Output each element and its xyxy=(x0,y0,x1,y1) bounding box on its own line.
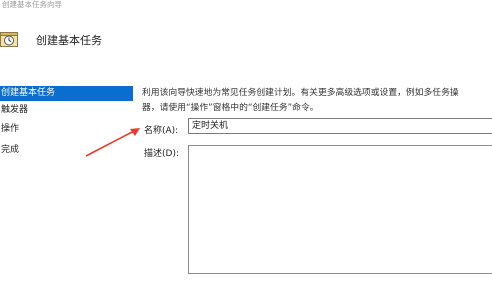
name-input[interactable]: 定时关机 xyxy=(188,118,492,134)
description-label: 描述(D): xyxy=(144,149,179,159)
description-line-2: 器，请使用“操作”窗格中的“创建任务”命令。 xyxy=(142,103,319,113)
name-label: 名称(A): xyxy=(144,126,179,136)
description-textarea[interactable] xyxy=(188,145,492,274)
wizard-description: 利用该向导快速地为常见任务创建计划。有关更多高级选项或设置，例如多任务操 器，请… xyxy=(142,86,492,116)
wizard-steps-sidebar: 创建基本任务 触发器 操作 完成 xyxy=(0,86,134,282)
window-title: 创建基本任务向导 xyxy=(2,0,62,9)
description-line-1: 利用该向导快速地为常见任务创建计划。有关更多高级选项或设置，例如多任务操 xyxy=(142,88,459,98)
sidebar-item-create-basic-task[interactable]: 创建基本任务 xyxy=(0,86,133,101)
wizard-content: 利用该向导快速地为常见任务创建计划。有关更多高级选项或设置，例如多任务操 器，请… xyxy=(140,86,492,282)
red-arrow-annotation xyxy=(85,128,140,157)
sidebar-item-trigger[interactable]: 触发器 xyxy=(0,103,133,118)
page-title: 创建基本任务 xyxy=(36,34,102,47)
wizard-header: 创建基本任务 xyxy=(0,12,492,70)
calendar-clock-icon xyxy=(0,30,18,47)
